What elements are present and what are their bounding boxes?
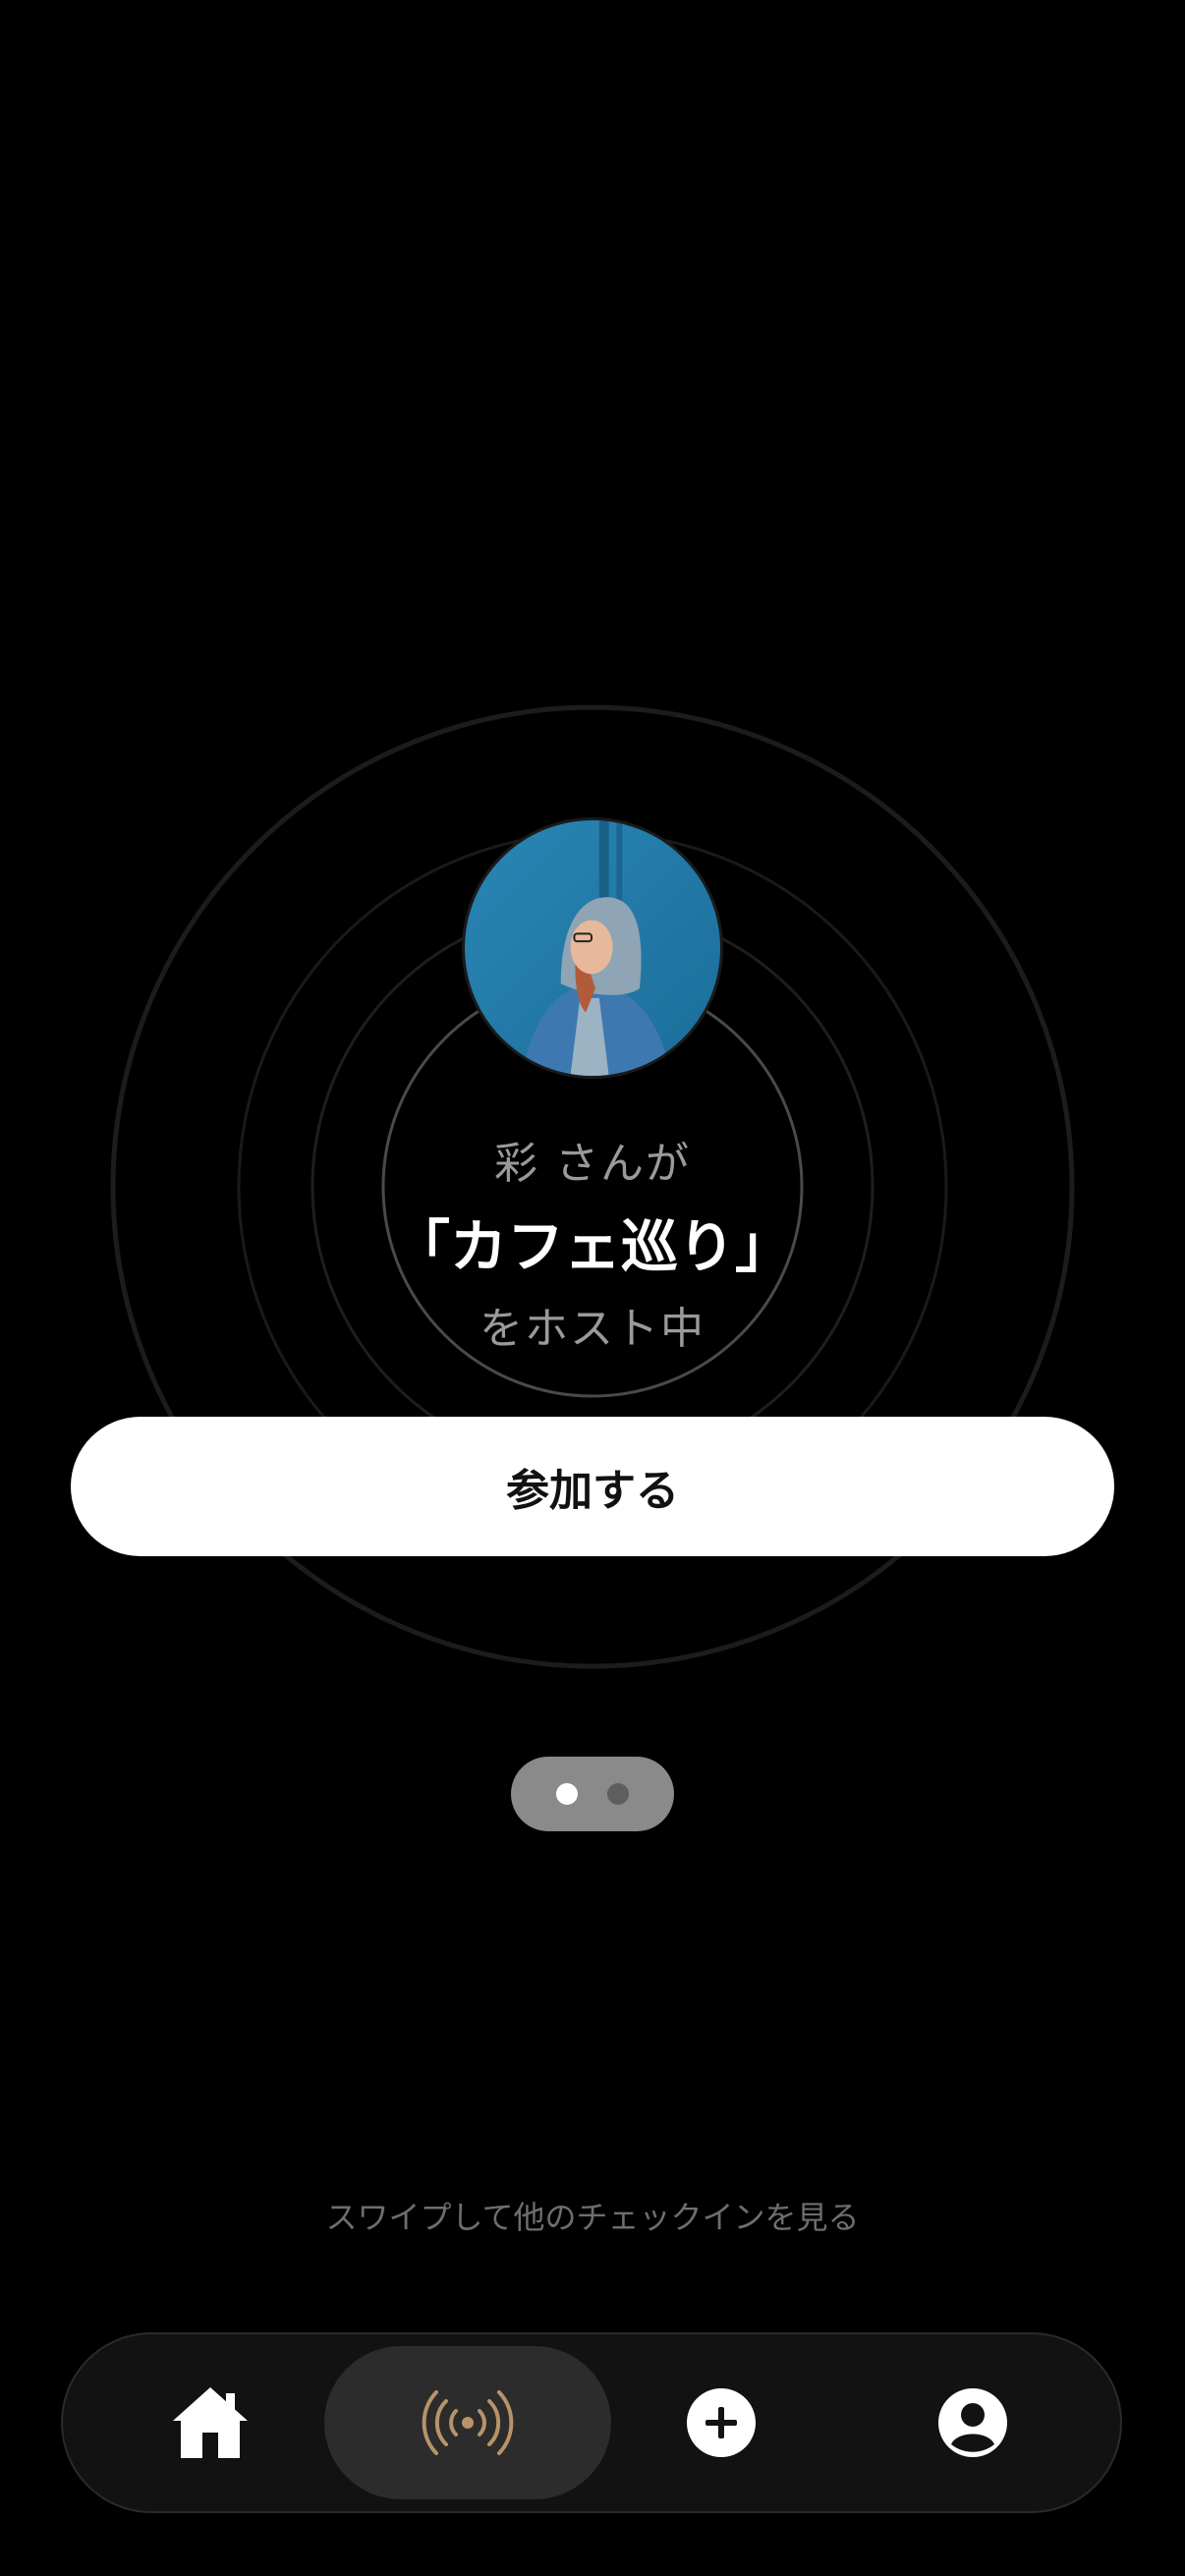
checkin-screen: 彩 さんが 「カフェ巡り」 をホスト中 参加する スワイプして他のチェックインを…	[0, 0, 1185, 2576]
broadcast-icon	[422, 2390, 514, 2455]
home-icon	[173, 2387, 248, 2458]
host-label: 彩 さんが	[494, 1139, 691, 1189]
event-title: 「カフェ巡り」	[392, 1213, 792, 1280]
page-dot	[607, 1783, 629, 1805]
plus-circle-icon	[687, 2388, 756, 2457]
hosting-label: をホスト中	[480, 1304, 705, 1354]
host-avatar[interactable]	[462, 817, 723, 1079]
tab-live[interactable]	[324, 2346, 611, 2499]
join-button[interactable]: 参加する	[71, 1417, 1114, 1556]
tab-profile[interactable]	[904, 2334, 1042, 2511]
host-avatar-image	[465, 820, 720, 1076]
page-indicator[interactable]	[511, 1757, 674, 1831]
tab-bar	[61, 2332, 1122, 2513]
tab-home[interactable]	[141, 2334, 279, 2511]
swipe-hint: スワイプして他のチェックインを見る	[325, 2199, 860, 2236]
profile-icon	[938, 2388, 1007, 2457]
page-dot-active	[556, 1783, 578, 1805]
tab-add[interactable]	[652, 2334, 790, 2511]
radar-rings	[110, 704, 1075, 1669]
